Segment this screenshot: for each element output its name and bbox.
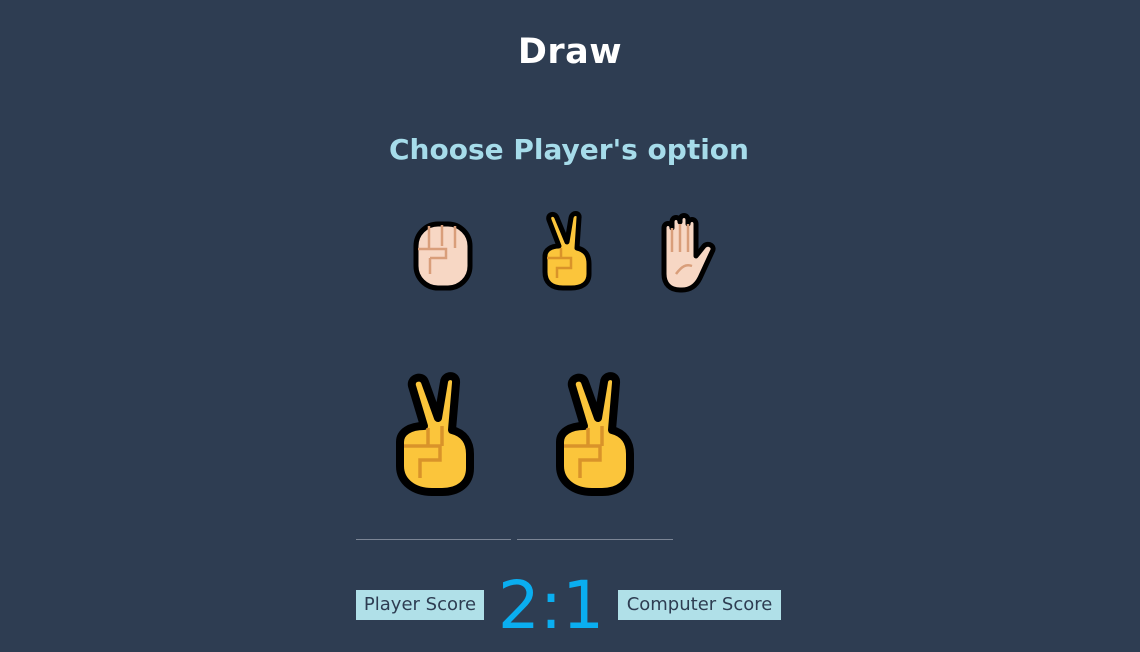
raised-hand-icon	[661, 213, 716, 293]
victory-hand-icon	[542, 211, 592, 291]
paper-option-button[interactable]	[652, 208, 728, 300]
rock-option-button[interactable]	[404, 208, 480, 300]
choose-option-title: Choose Player's option	[389, 133, 749, 166]
result-title: Draw	[517, 32, 623, 72]
player-divider	[356, 539, 511, 540]
computer-score-label: Computer Score	[618, 590, 781, 620]
player-choice-hand	[390, 368, 480, 508]
player-score-label: Player Score	[356, 590, 484, 620]
computer-divider	[517, 539, 673, 540]
score-value: 2:1	[497, 567, 605, 644]
scissors-option-button[interactable]	[531, 208, 607, 300]
victory-hand-icon	[396, 372, 474, 496]
raised-fist-icon	[413, 221, 473, 291]
computer-choice-hand	[550, 368, 640, 508]
victory-hand-icon	[556, 372, 634, 496]
